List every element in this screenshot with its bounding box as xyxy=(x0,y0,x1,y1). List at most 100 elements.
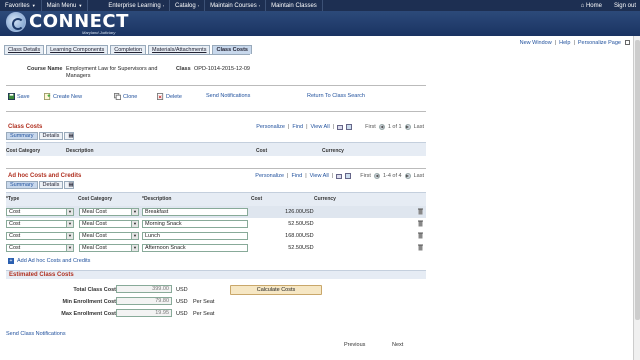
menu-maintain-classes[interactable]: Maintain Classes xyxy=(266,0,323,11)
subtab-details[interactable]: Details xyxy=(38,181,64,189)
course-name-value-line1: Employment Law for Supervisors and xyxy=(66,66,158,72)
download-icon[interactable] xyxy=(345,173,352,179)
find-link[interactable]: Find xyxy=(291,173,302,179)
chevron-down-icon: ▼ xyxy=(131,221,138,227)
type-select[interactable]: Cost ▼ xyxy=(6,232,74,240)
first-label: First xyxy=(365,124,376,130)
menu-enterprise-learning[interactable]: Enterprise Learning › xyxy=(88,0,171,11)
brand-subtitle: Maryland Judiciary xyxy=(82,30,116,35)
category-select[interactable]: Meal Cost ▼ xyxy=(79,244,139,252)
cost-value: 168.00 xyxy=(285,233,302,239)
min-cost-field: 79.80 xyxy=(116,297,172,305)
view-all-link[interactable]: View All xyxy=(310,173,329,179)
delete-button[interactable]: Delete xyxy=(157,93,182,100)
tab-learning-components[interactable]: Learning Components xyxy=(46,45,109,54)
personalize-page-link[interactable]: Personalize Page xyxy=(578,40,621,46)
course-name-label: Course Name xyxy=(27,66,63,72)
find-link[interactable]: Find xyxy=(292,124,303,130)
col-type: *Type xyxy=(6,196,20,202)
brand-banner: CONNECT Maryland Judiciary xyxy=(0,11,640,36)
personalize-link[interactable]: Personalize xyxy=(255,173,284,179)
next-link[interactable]: Next xyxy=(392,342,403,348)
menu-main[interactable]: Main Menu ▼ xyxy=(42,0,89,11)
chevron-down-icon: ▼ xyxy=(78,3,83,8)
subtab-summary[interactable]: Summary xyxy=(6,181,38,189)
help-link[interactable]: Help xyxy=(559,40,570,46)
category-select[interactable]: Meal Cost ▼ xyxy=(79,220,139,228)
grid-view-icon[interactable] xyxy=(336,173,343,179)
show-all-columns-icon[interactable]: ▦ xyxy=(64,181,75,189)
expand-icon[interactable] xyxy=(625,40,630,45)
description-input[interactable]: Lunch xyxy=(142,232,248,240)
tab-class-costs[interactable]: Class Costs xyxy=(212,45,252,54)
tab-completion[interactable]: Completion xyxy=(110,45,147,54)
return-to-class-search-link[interactable]: Return To Class Search xyxy=(307,93,365,99)
menu-catalog[interactable]: Catalog › xyxy=(170,0,206,11)
save-button[interactable]: Save xyxy=(8,93,30,100)
chevron-down-icon: ▼ xyxy=(131,233,138,239)
adhoc-costs-grid: Ad hoc Costs and Credits Personalize | F… xyxy=(6,171,426,266)
class-costs-header-row: Cost Category Description Cost Currency xyxy=(6,142,426,156)
max-cost-per: Per Seat xyxy=(193,311,215,317)
clone-button[interactable]: Clone xyxy=(114,93,137,100)
total-cost-label: Total Class Cost xyxy=(73,287,116,293)
col-currency: Currency xyxy=(322,148,344,154)
separator: | xyxy=(573,40,575,46)
description-input[interactable]: Breakfast xyxy=(142,208,248,216)
next-arrow-icon[interactable]: ▶ xyxy=(404,124,411,130)
description-input[interactable]: Afternoon Snack xyxy=(142,244,248,252)
divider xyxy=(6,85,426,86)
subtab-details[interactable]: Details xyxy=(38,132,64,140)
table-row: Cost ▼ Meal Cost ▼ Morning Snack 52.50 USD xyxy=(6,218,426,230)
top-menu-bar: Favorites ▼ Main Menu ▼ Enterprise Learnin… xyxy=(0,0,640,11)
home-link[interactable]: ⌂ Home xyxy=(581,3,602,9)
delete-row-icon[interactable] xyxy=(418,208,423,215)
type-value: Cost xyxy=(9,221,21,227)
subtab-summary[interactable]: Summary xyxy=(6,132,38,140)
separator: | xyxy=(331,173,334,179)
create-new-button[interactable]: Create New xyxy=(44,93,82,100)
tab-materials-attachments[interactable]: Materials/Attachments xyxy=(148,45,211,54)
vertical-scrollbar[interactable] xyxy=(633,36,640,360)
chevron-down-icon: ▼ xyxy=(131,209,138,215)
logo-emblem-icon xyxy=(6,12,26,32)
menu-label: Favorites xyxy=(5,2,30,9)
signout-link[interactable]: Sign out xyxy=(614,3,636,9)
category-select[interactable]: Meal Cost ▼ xyxy=(79,232,139,240)
delete-row-icon[interactable] xyxy=(418,244,423,251)
scrollbar-thumb[interactable] xyxy=(635,40,640,320)
previous-arrow-icon[interactable]: ◀ xyxy=(373,173,380,179)
delete-row-icon[interactable] xyxy=(418,232,423,239)
add-adhoc-link[interactable]: + Add Ad hoc Costs and Credits xyxy=(8,258,90,264)
type-select[interactable]: Cost ▼ xyxy=(6,220,74,228)
new-window-link[interactable]: New Window xyxy=(520,40,552,46)
show-all-columns-icon[interactable]: ▦ xyxy=(64,132,75,140)
last-label: Last xyxy=(413,173,424,179)
type-select[interactable]: Cost ▼ xyxy=(6,208,74,216)
separator: | xyxy=(554,40,557,46)
grid-view-icon[interactable] xyxy=(337,124,344,130)
menu-maintain-courses[interactable]: Maintain Courses › xyxy=(205,0,267,11)
col-currency: Currency xyxy=(314,196,336,202)
menu-favorites[interactable]: Favorites ▼ xyxy=(0,0,42,11)
next-arrow-icon[interactable]: ▶ xyxy=(404,173,411,179)
class-value: OPD-1014-2015-12-09 xyxy=(194,66,250,72)
previous-arrow-icon[interactable]: ◀ xyxy=(378,124,385,130)
send-class-notifications-link[interactable]: Send Class Notifications xyxy=(6,331,66,337)
type-value: Cost xyxy=(9,233,21,239)
description-input[interactable]: Morning Snack xyxy=(142,220,248,228)
delete-row-icon[interactable] xyxy=(418,220,423,227)
category-select[interactable]: Meal Cost ▼ xyxy=(79,208,139,216)
min-cost-currency: USD xyxy=(176,299,188,305)
send-notifications-link[interactable]: Send Notifications xyxy=(206,93,250,99)
calculate-costs-button[interactable]: Calculate Costs xyxy=(230,285,322,295)
tab-class-details[interactable]: Class Details xyxy=(4,45,45,54)
download-icon[interactable] xyxy=(346,124,353,130)
separator: | xyxy=(332,124,335,130)
type-select[interactable]: Cost ▼ xyxy=(6,244,74,252)
previous-link[interactable]: Previous xyxy=(344,342,365,348)
total-cost-currency: USD xyxy=(176,287,188,293)
table-row: Cost ▼ Meal Cost ▼ Breakfast 126.00 USD xyxy=(6,206,426,218)
view-all-link[interactable]: View All xyxy=(311,124,330,130)
personalize-link[interactable]: Personalize xyxy=(256,124,285,130)
